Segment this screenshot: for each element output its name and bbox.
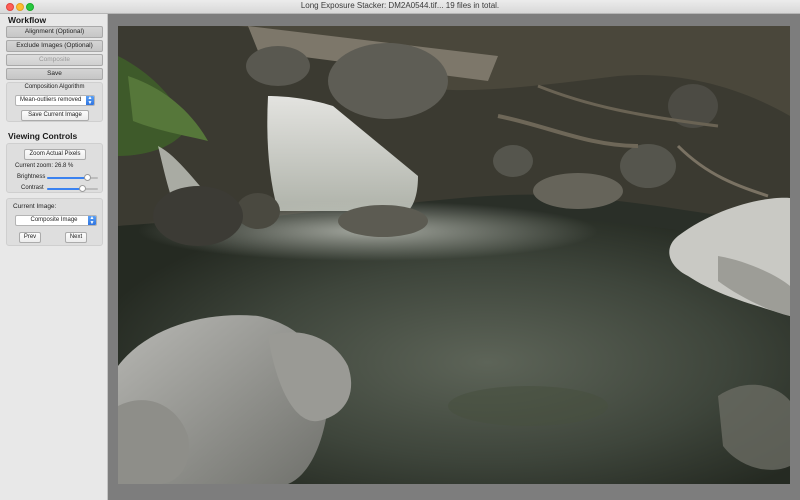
exclude-images-button[interactable]: Exclude Images (Optional)	[6, 40, 103, 52]
contrast-slider-fill	[47, 188, 83, 190]
composite-photo	[118, 26, 790, 484]
current-image-popup[interactable]: Composite Image ▲▼	[15, 215, 97, 226]
composite-image-view[interactable]	[118, 26, 790, 484]
current-zoom-text: Current zoom: 26.8 %	[15, 163, 73, 169]
current-image-group: Current Image: Composite Image ▲▼ Prev N…	[6, 198, 103, 246]
sidebar: Workflow Alignment (Optional) Exclude Im…	[0, 14, 108, 500]
brightness-label: Brightness	[17, 174, 45, 180]
prev-button[interactable]: Prev	[19, 232, 41, 243]
composition-algorithm-label: Composition Algorithm	[7, 84, 102, 90]
algorithm-popup[interactable]: Mean-outliers removed ▲▼	[15, 95, 95, 106]
composition-group: Composition Algorithm Mean-outliers remo…	[6, 82, 103, 122]
brightness-slider[interactable]	[47, 177, 98, 179]
save-current-image-button[interactable]: Save Current Image	[21, 110, 89, 121]
viewing-group: Zoom Actual Pixels Current zoom: 26.8 % …	[6, 143, 103, 193]
contrast-slider[interactable]	[47, 188, 98, 190]
algorithm-popup-value: Mean-outliers removed	[20, 97, 81, 103]
window-title: Long Exposure Stacker: DM2A0544.tif... 1…	[0, 1, 800, 10]
title-bar: Long Exposure Stacker: DM2A0544.tif... 1…	[0, 0, 800, 14]
zoom-actual-pixels-button[interactable]: Zoom Actual Pixels	[24, 149, 86, 160]
brightness-slider-knob[interactable]	[84, 174, 91, 181]
contrast-slider-knob[interactable]	[79, 185, 86, 192]
alignment-button[interactable]: Alignment (Optional)	[6, 26, 103, 38]
save-button[interactable]: Save	[6, 68, 103, 80]
next-button[interactable]: Next	[65, 232, 87, 243]
current-image-label: Current Image:	[13, 203, 56, 210]
workflow-heading: Workflow	[8, 15, 46, 25]
contrast-label: Contrast	[21, 185, 44, 191]
chevron-updown-icon: ▲▼	[86, 96, 94, 105]
composite-button[interactable]: Composite	[6, 54, 103, 66]
current-image-popup-value: Composite Image	[20, 216, 96, 225]
chevron-updown-icon: ▲▼	[88, 216, 96, 225]
viewing-controls-heading: Viewing Controls	[8, 131, 77, 141]
brightness-slider-fill	[47, 177, 88, 179]
